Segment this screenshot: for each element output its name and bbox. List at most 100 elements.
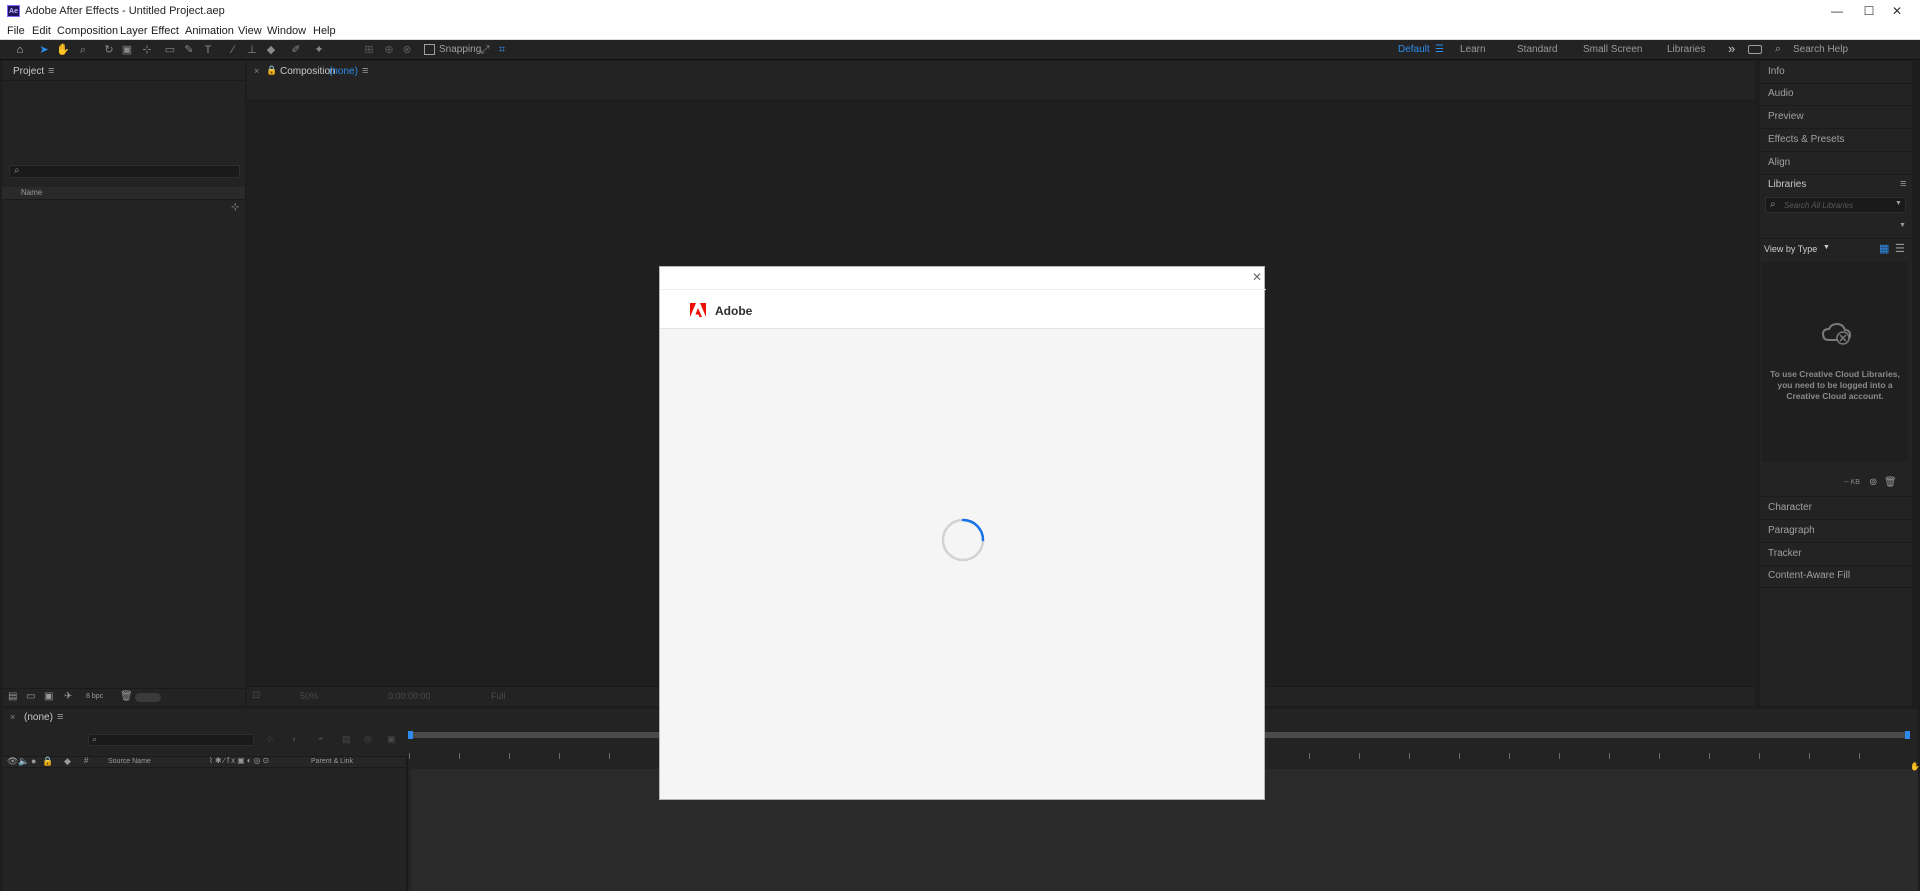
eraser-tool-icon[interactable]: ◆ xyxy=(264,43,278,57)
project-search-input[interactable]: ⌕ xyxy=(9,165,240,178)
trash-icon[interactable]: 🗑 xyxy=(1884,477,1897,488)
align-panel-tab[interactable]: Align xyxy=(1768,157,1912,168)
workspace-libraries[interactable]: Libraries xyxy=(1667,44,1705,55)
chevron-down-icon[interactable]: ▼ xyxy=(1823,244,1830,251)
close-window-button[interactable]: ✕ xyxy=(1874,0,1920,22)
hand-tool-icon[interactable]: ✋ xyxy=(56,43,70,57)
home-icon[interactable]: ⌂ xyxy=(13,43,27,57)
lock-icon[interactable]: 🔒 xyxy=(42,756,53,767)
view-by-type-dropdown[interactable]: View by Type xyxy=(1764,244,1817,254)
content-aware-fill-panel-tab[interactable]: Content-Aware Fill xyxy=(1768,570,1912,581)
new-folder-icon[interactable]: ▭ xyxy=(26,691,35,702)
audio-toggle-icon[interactable]: 🔈 xyxy=(18,756,29,767)
audio-panel-tab[interactable]: Audio xyxy=(1768,88,1912,99)
frame-blending-icon[interactable]: ▤ xyxy=(342,734,351,745)
flowchart-icon[interactable]: ⊹ xyxy=(231,202,239,213)
zoom-dropdown[interactable]: 50% xyxy=(300,691,318,701)
sync-icon[interactable]: ⊚ xyxy=(1869,477,1877,488)
close-tab-icon[interactable]: × xyxy=(10,712,15,722)
project-panel-title[interactable]: Project xyxy=(13,66,44,77)
list-view-icon[interactable]: ☰ xyxy=(1895,242,1905,255)
menu-help[interactable]: Help xyxy=(313,25,336,37)
video-toggle-icon[interactable]: 👁 xyxy=(7,756,18,767)
menu-layer[interactable]: Layer xyxy=(120,25,148,37)
workspace-overflow-icon[interactable]: » xyxy=(1728,41,1735,56)
panel-menu-icon[interactable]: ≡ xyxy=(48,65,54,77)
panel-menu-icon[interactable]: ≡ xyxy=(57,711,63,723)
type-tool-icon[interactable]: T xyxy=(201,43,215,57)
motion-blur-icon[interactable]: ◎ xyxy=(364,734,372,745)
shape-tool-icon[interactable]: ▭ xyxy=(163,43,177,57)
workspace-standard[interactable]: Standard xyxy=(1517,44,1558,55)
composition-tab-name[interactable]: (none) xyxy=(329,66,358,77)
tracker-panel-tab[interactable]: Tracker xyxy=(1768,548,1912,559)
panel-menu-icon[interactable]: ≡ xyxy=(1900,178,1906,190)
trash-icon[interactable]: 🗑 xyxy=(120,691,133,702)
panel-menu-icon[interactable]: ≡ xyxy=(362,65,368,77)
timeline-tab-label[interactable]: (none) xyxy=(24,712,53,723)
shy-layers-icon[interactable]: ◓ xyxy=(318,734,323,744)
draft-3d-icon[interactable]: ◐ xyxy=(292,734,297,744)
solo-icon[interactable]: ● xyxy=(31,756,36,766)
clone-stamp-tool-icon[interactable]: ⊥ xyxy=(245,43,259,57)
pen-tool-icon[interactable]: ✎ xyxy=(182,43,196,57)
world-axis-icon[interactable]: ⊕ xyxy=(382,43,396,57)
camera-tool-icon[interactable]: ▣ xyxy=(120,43,134,57)
chevron-down-icon[interactable]: ▼ xyxy=(1895,200,1902,207)
snap-edges-icon[interactable]: ⤢ xyxy=(478,43,492,57)
pan-behind-tool-icon[interactable]: ⊹ xyxy=(140,43,154,57)
work-area-start-handle[interactable] xyxy=(408,731,413,739)
info-panel-tab[interactable]: Info xyxy=(1768,66,1912,77)
selection-tool-icon[interactable]: ➤ xyxy=(37,43,51,57)
menu-effect[interactable]: Effect xyxy=(151,25,179,37)
menu-animation[interactable]: Animation xyxy=(185,25,234,37)
brush-tool-icon[interactable]: ∕ xyxy=(226,43,240,57)
menu-window[interactable]: Window xyxy=(267,25,306,37)
lock-icon[interactable]: 🔒 xyxy=(266,65,277,76)
label-tag-icon[interactable]: ◆ xyxy=(64,756,71,767)
menu-edit[interactable]: Edit xyxy=(32,25,51,37)
menu-composition[interactable]: Composition xyxy=(57,25,118,37)
search-help-field[interactable]: ⌕ Search Help xyxy=(1775,42,1915,58)
screen-toggle-icon[interactable] xyxy=(1748,45,1762,54)
character-panel-tab[interactable]: Character xyxy=(1768,502,1912,513)
rotation-tool-icon[interactable]: ↻ xyxy=(102,43,116,57)
workspace-menu-icon[interactable]: ☰ xyxy=(1435,44,1444,55)
workspace-default[interactable]: Default xyxy=(1398,44,1430,55)
composition-tab-prefix[interactable]: Composition xyxy=(280,66,336,77)
view-axis-icon[interactable]: ⊗ xyxy=(400,43,414,57)
workspace-small-screen[interactable]: Small Screen xyxy=(1583,44,1642,55)
paragraph-panel-tab[interactable]: Paragraph xyxy=(1768,525,1912,536)
name-column-header[interactable]: Name xyxy=(21,188,42,197)
resolution-dropdown[interactable]: Full xyxy=(491,691,506,701)
puppet-tool-icon[interactable]: ✦ xyxy=(312,43,326,57)
effects-presets-panel-tab[interactable]: Effects & Presets xyxy=(1768,134,1912,145)
preview-panel-tab[interactable]: Preview xyxy=(1768,111,1912,122)
timeline-search-input[interactable]: ⌕ xyxy=(88,734,254,746)
magnification-icon[interactable]: ⊡ xyxy=(252,690,260,701)
libraries-search-input[interactable]: ⌕ Search All Libraries ▼ xyxy=(1765,197,1906,213)
close-tab-icon[interactable]: × xyxy=(254,66,259,76)
parent-link-column[interactable]: Parent & Link xyxy=(311,758,353,765)
timecode-readout[interactable]: 0:00:00:00 xyxy=(388,691,431,701)
thumbnail-size-slider[interactable] xyxy=(135,693,161,702)
menu-view[interactable]: View xyxy=(238,25,262,37)
work-area-end-handle[interactable] xyxy=(1905,731,1910,739)
interpret-footage-icon[interactable]: ▤ xyxy=(8,691,17,702)
snapping-checkbox[interactable] xyxy=(424,44,435,55)
layer-number-column[interactable]: # xyxy=(84,756,88,765)
new-composition-icon[interactable]: ▣ xyxy=(44,691,53,702)
zoom-in-icon[interactable]: ✋ xyxy=(1910,762,1920,771)
switches-icon[interactable]: ⌇✱∕fx▣◐◎⊙ xyxy=(209,756,271,765)
grid-view-icon[interactable]: ▦ xyxy=(1879,242,1889,255)
libraries-panel-title[interactable]: Libraries xyxy=(1768,179,1806,190)
local-axis-icon[interactable]: ⊞ xyxy=(362,43,376,57)
workspace-learn[interactable]: Learn xyxy=(1460,44,1486,55)
menu-file[interactable]: File xyxy=(7,25,25,37)
composition-flowchart-icon[interactable]: ⊹ xyxy=(266,734,274,745)
snap-features-icon[interactable]: ⌗ xyxy=(495,43,509,57)
graph-editor-icon[interactable]: ▣ xyxy=(387,734,396,745)
zoom-tool-icon[interactable]: ⌕ xyxy=(76,43,90,57)
adjust-icon[interactable]: ✈ xyxy=(64,691,72,702)
source-name-column[interactable]: Source Name xyxy=(108,758,151,765)
